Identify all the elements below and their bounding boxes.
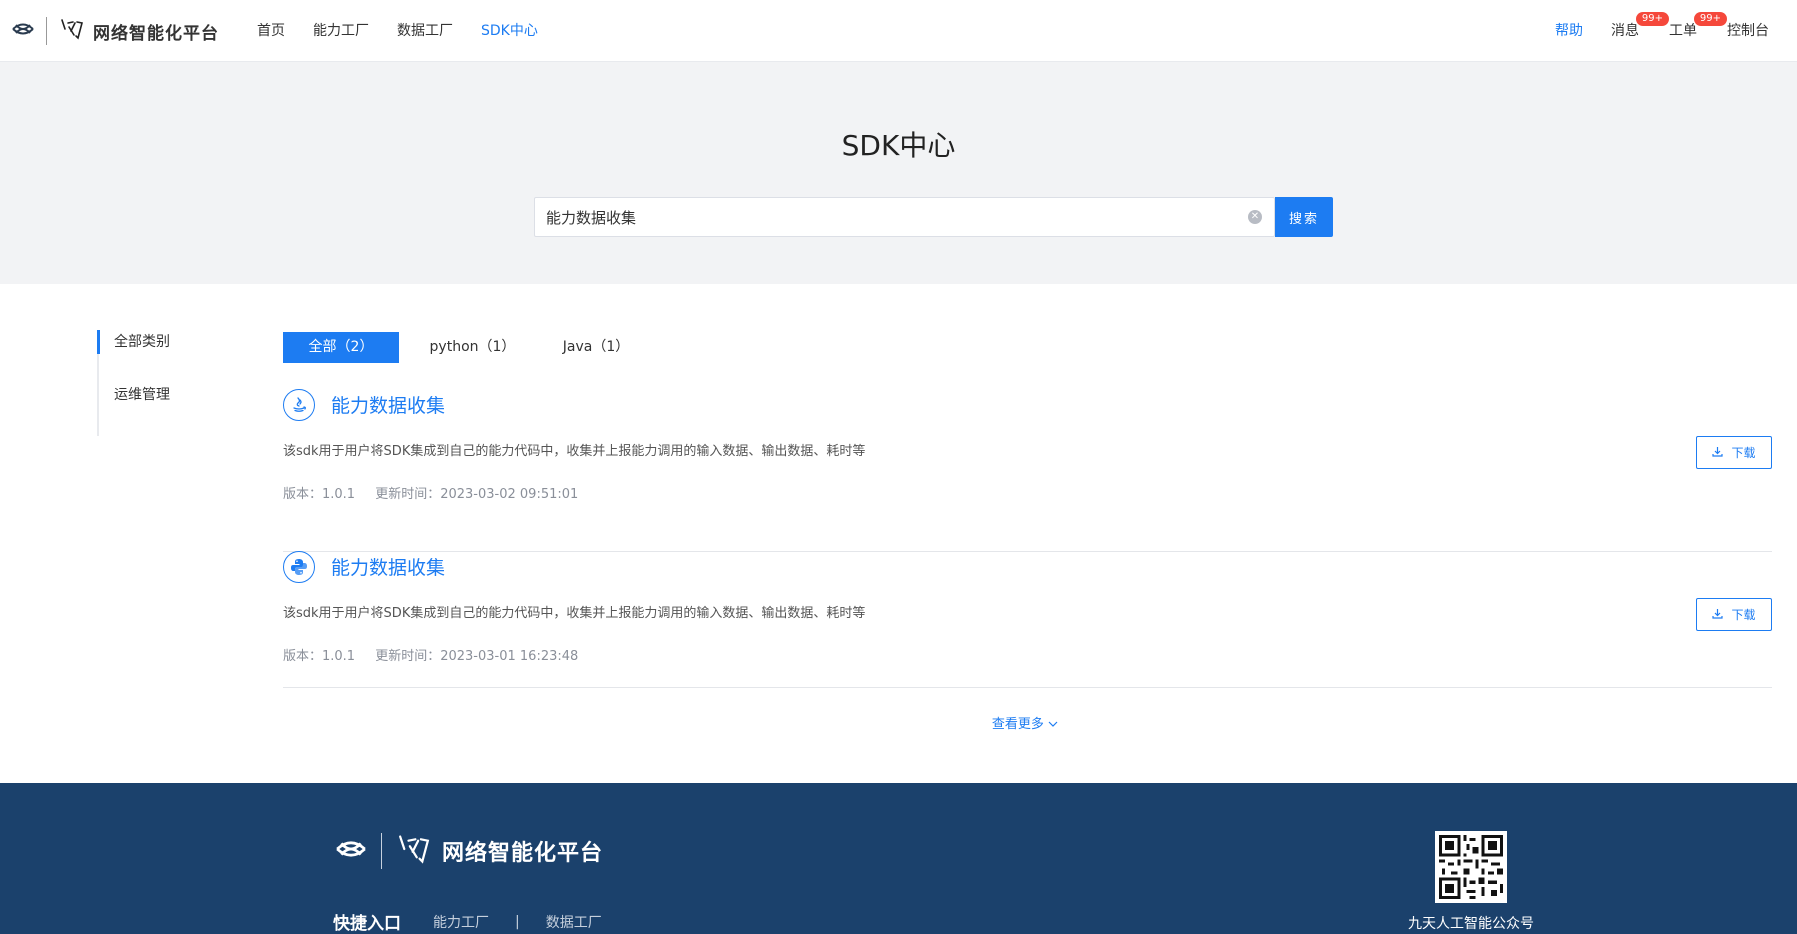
clear-icon[interactable]: ✕	[1248, 210, 1262, 224]
sdk-version: 版本：1.0.1	[283, 487, 356, 502]
java-icon	[283, 389, 315, 421]
footer-link-ability-factory[interactable]: 能力工厂	[433, 912, 489, 932]
download-icon	[1712, 608, 1724, 622]
search-box: ✕	[534, 197, 1275, 237]
tab-all[interactable]: 全部（2）	[283, 332, 399, 363]
page-footer: 网络智能化平台 快捷入口 能力工厂 | 数据工厂 九天人工智能公众号	[0, 783, 1797, 934]
messages-link[interactable]: 消息 99+	[1611, 12, 1669, 40]
download-label: 下载	[1731, 446, 1756, 460]
view-more-label: 查看更多	[991, 717, 1044, 732]
download-button[interactable]: 下载	[1696, 436, 1772, 469]
sdk-updated: 更新时间：2023-03-02 09:51:01	[375, 487, 579, 502]
sdk-name[interactable]: 能力数据收集	[331, 391, 445, 418]
search-button[interactable]: 搜索	[1275, 197, 1333, 237]
tickets-link[interactable]: 工单 99+	[1669, 12, 1727, 40]
main-nav: 首页 能力工厂 数据工厂 SDK中心	[257, 20, 566, 40]
top-header: 网络智能化平台 首页 能力工厂 数据工厂 SDK中心 帮助 消息 99+ 工单 …	[0, 0, 1797, 62]
language-tabs: 全部（2） python（1） Java（1）	[283, 332, 646, 363]
nav-ability-factory[interactable]: 能力工厂	[313, 20, 369, 40]
jiutian-logo-icon	[396, 832, 432, 870]
qr-code-icon	[1435, 831, 1507, 903]
help-link[interactable]: 帮助	[1555, 20, 1583, 40]
quick-links: 快捷入口 能力工厂 | 数据工厂	[333, 909, 602, 934]
search-input[interactable]	[535, 198, 1215, 236]
tickets-label: 工单	[1669, 23, 1697, 39]
china-mobile-logo-icon	[333, 831, 369, 871]
logo-divider	[46, 17, 47, 45]
qr-code-label: 九天人工智能公众号	[1408, 916, 1534, 932]
sdk-meta: 版本：1.0.1 更新时间：2023-03-02 09:51:01	[283, 483, 578, 502]
sdk-name[interactable]: 能力数据收集	[331, 553, 445, 580]
messages-label: 消息	[1611, 23, 1639, 39]
chevron-down-icon	[1048, 717, 1058, 732]
download-icon	[1712, 446, 1724, 460]
quick-links-title: 快捷入口	[333, 914, 401, 934]
download-label: 下载	[1731, 608, 1756, 622]
category-sidebar: 全部类别 运维管理	[97, 330, 217, 436]
search-hero: SDK中心 ✕ 搜索	[0, 62, 1797, 284]
python-icon	[283, 551, 315, 583]
sdk-version: 版本：1.0.1	[283, 649, 356, 664]
category-all[interactable]: 全部类别	[97, 330, 217, 354]
sdk-meta: 版本：1.0.1 更新时间：2023-03-01 16:23:48	[283, 645, 578, 664]
page-title: SDK中心	[841, 129, 956, 162]
tab-python[interactable]: python（1）	[399, 332, 546, 363]
sdk-updated: 更新时间：2023-03-01 16:23:48	[375, 649, 579, 664]
nav-data-factory[interactable]: 数据工厂	[397, 20, 453, 40]
footer-platform-name: 网络智能化平台	[442, 841, 604, 866]
header-actions: 帮助 消息 99+ 工单 99+ 控制台	[1555, 12, 1769, 40]
platform-logo[interactable]: 网络智能化平台	[10, 14, 219, 48]
china-mobile-logo-icon	[10, 16, 36, 46]
download-button[interactable]: 下载	[1696, 598, 1772, 631]
console-link[interactable]: 控制台	[1727, 20, 1769, 40]
nav-sdk-center[interactable]: SDK中心	[481, 20, 538, 40]
tab-java[interactable]: Java（1）	[546, 332, 646, 363]
view-more-link[interactable]: 查看更多	[0, 713, 1797, 732]
footer-logo: 网络智能化平台	[333, 831, 603, 871]
nav-home[interactable]: 首页	[257, 20, 285, 40]
tickets-badge: 99+	[1693, 12, 1727, 26]
jiutian-logo-icon	[59, 17, 85, 45]
footer-link-data-factory[interactable]: 数据工厂	[546, 912, 602, 932]
footer-logo-divider	[381, 833, 382, 869]
platform-name: 网络智能化平台	[93, 23, 219, 44]
sdk-description: 该sdk用于用户将SDK集成到自己的能力代码中，收集并上报能力调用的输入数据、输…	[283, 444, 866, 459]
messages-badge: 99+	[1635, 12, 1669, 26]
category-ops[interactable]: 运维管理	[99, 383, 217, 407]
sdk-list-item: 能力数据收集 该sdk用于用户将SDK集成到自己的能力代码中，收集并上报能力调用…	[283, 551, 1772, 688]
sdk-description: 该sdk用于用户将SDK集成到自己的能力代码中，收集并上报能力调用的输入数据、输…	[283, 606, 866, 621]
sdk-list-item: 能力数据收集 该sdk用于用户将SDK集成到自己的能力代码中，收集并上报能力调用…	[283, 389, 1772, 552]
link-separator: |	[515, 913, 520, 930]
